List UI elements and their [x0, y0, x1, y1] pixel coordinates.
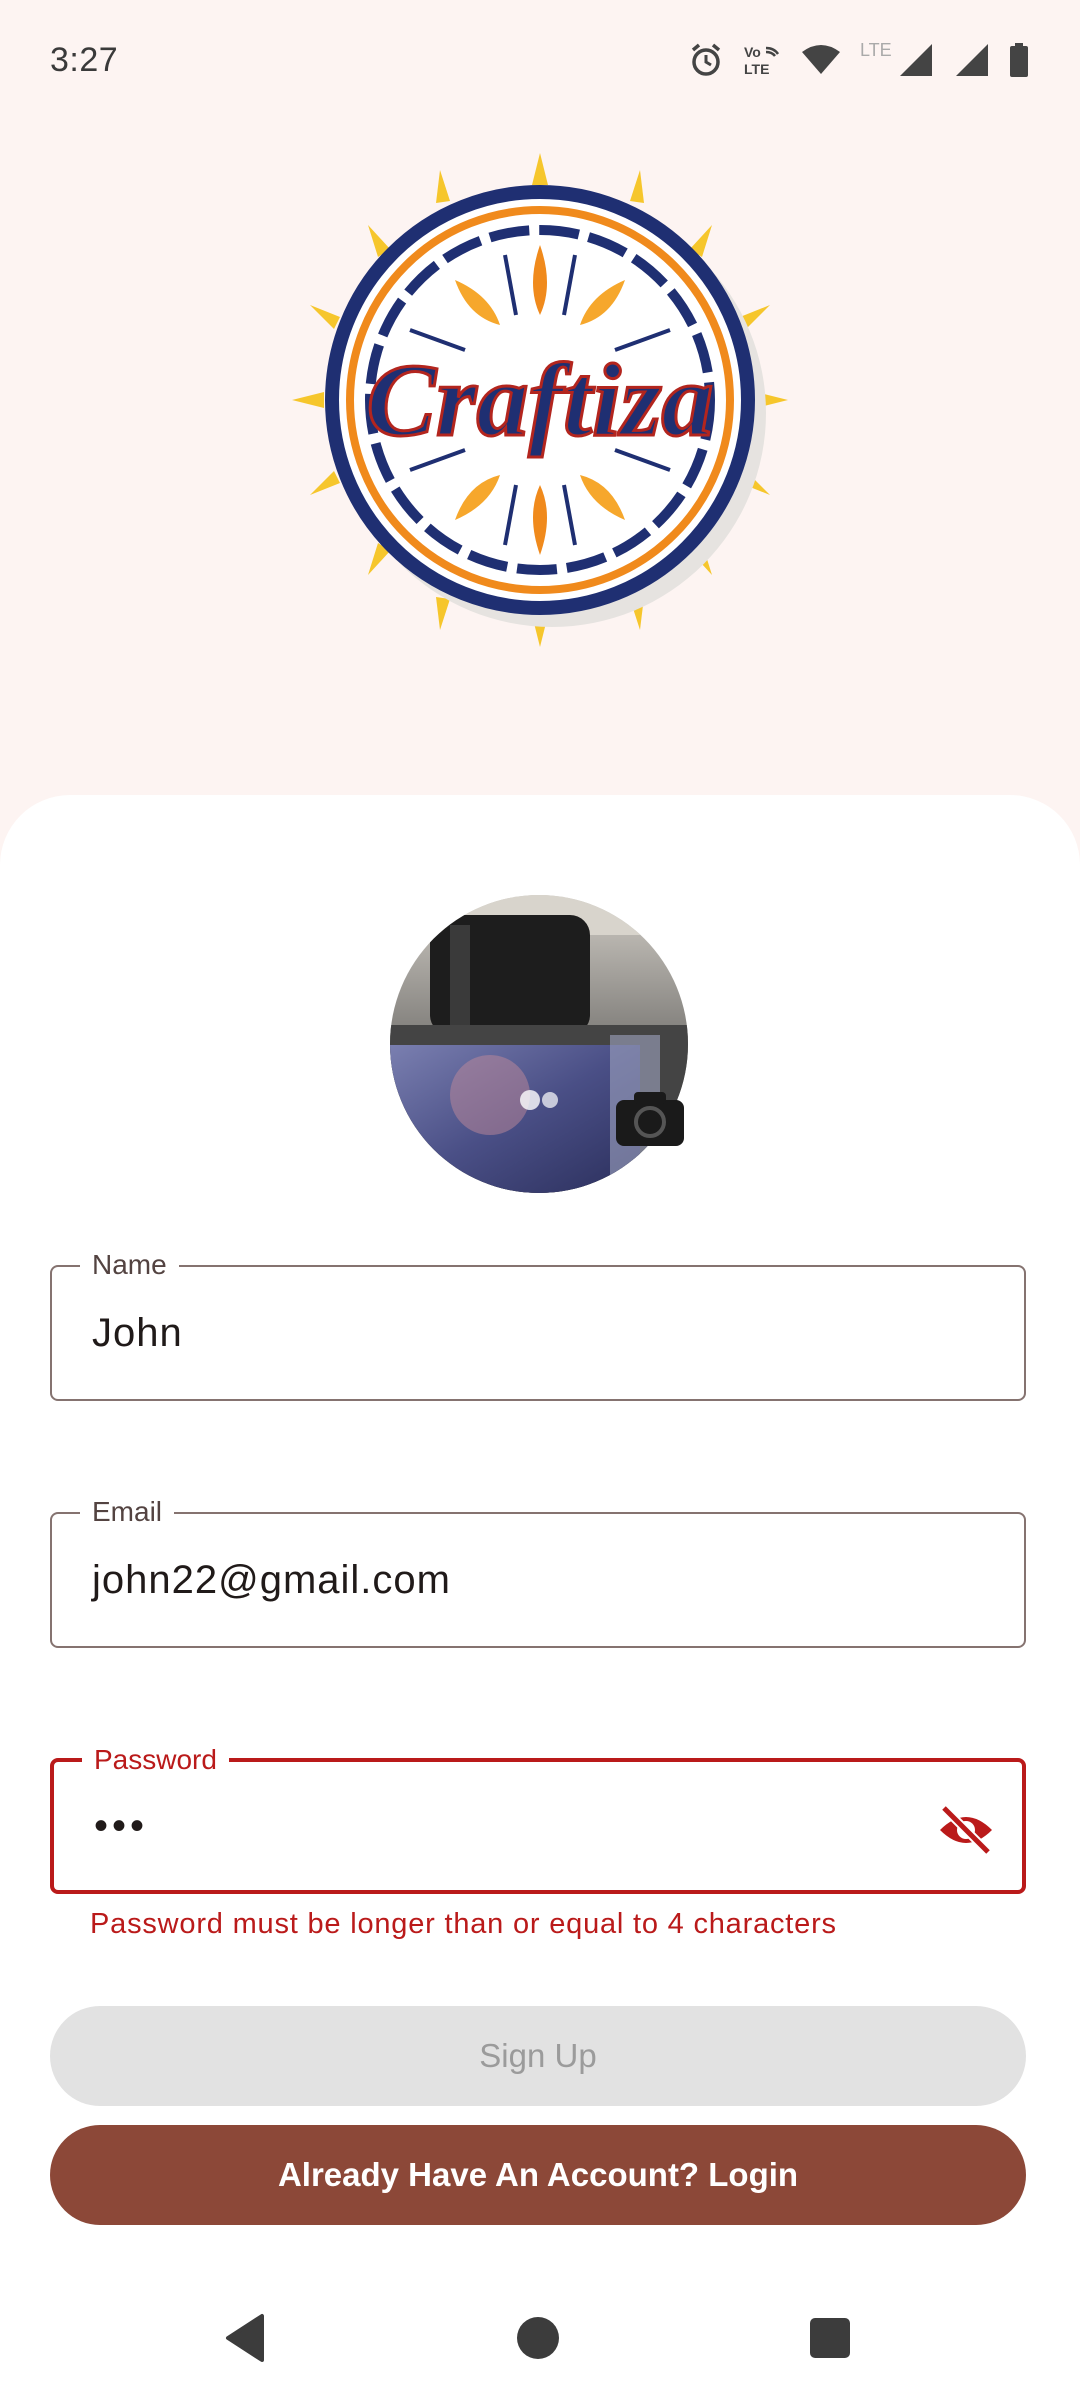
battery-icon	[1010, 43, 1028, 77]
password-field[interactable]: Password •••	[50, 1742, 1026, 1894]
profile-avatar[interactable]	[390, 895, 688, 1193]
status-time: 3:27	[50, 40, 119, 79]
lte-text: LTE	[860, 40, 892, 60]
avatar-photo	[390, 895, 688, 1193]
volte-icon: Vo LTE	[744, 44, 780, 77]
camera-icon[interactable]	[616, 1090, 684, 1146]
recents-icon[interactable]	[800, 2308, 860, 2368]
signal-icon	[956, 44, 988, 76]
email-field[interactable]: Email john22@gmail.com	[50, 1494, 1026, 1648]
wifi-icon	[802, 45, 840, 74]
volte-text-bottom: LTE	[744, 61, 769, 77]
logo-text: Craftiza	[367, 343, 714, 458]
volte-text-top: Vo	[744, 44, 761, 60]
email-value: john22@gmail.com	[92, 1557, 451, 1602]
status-icons: Vo LTE LTE	[688, 40, 1030, 80]
password-value: •••	[94, 1803, 149, 1848]
alarm-icon	[691, 43, 721, 76]
craftiza-logo: Craftiza	[292, 153, 788, 647]
status-bar: 3:27 Vo LTE LTE	[0, 0, 1080, 120]
signup-button[interactable]: Sign Up	[50, 2006, 1026, 2106]
back-icon[interactable]	[218, 2308, 278, 2368]
lte-icon: LTE	[860, 40, 932, 76]
login-button[interactable]: Already Have An Account? Login	[50, 2125, 1026, 2225]
name-value: John	[92, 1310, 183, 1355]
password-error-text: Password must be longer than or equal to…	[90, 1908, 837, 1940]
eye-off-icon[interactable]	[936, 1804, 996, 1856]
home-icon[interactable]	[508, 2308, 568, 2368]
name-field[interactable]: Name John	[50, 1247, 1026, 1401]
